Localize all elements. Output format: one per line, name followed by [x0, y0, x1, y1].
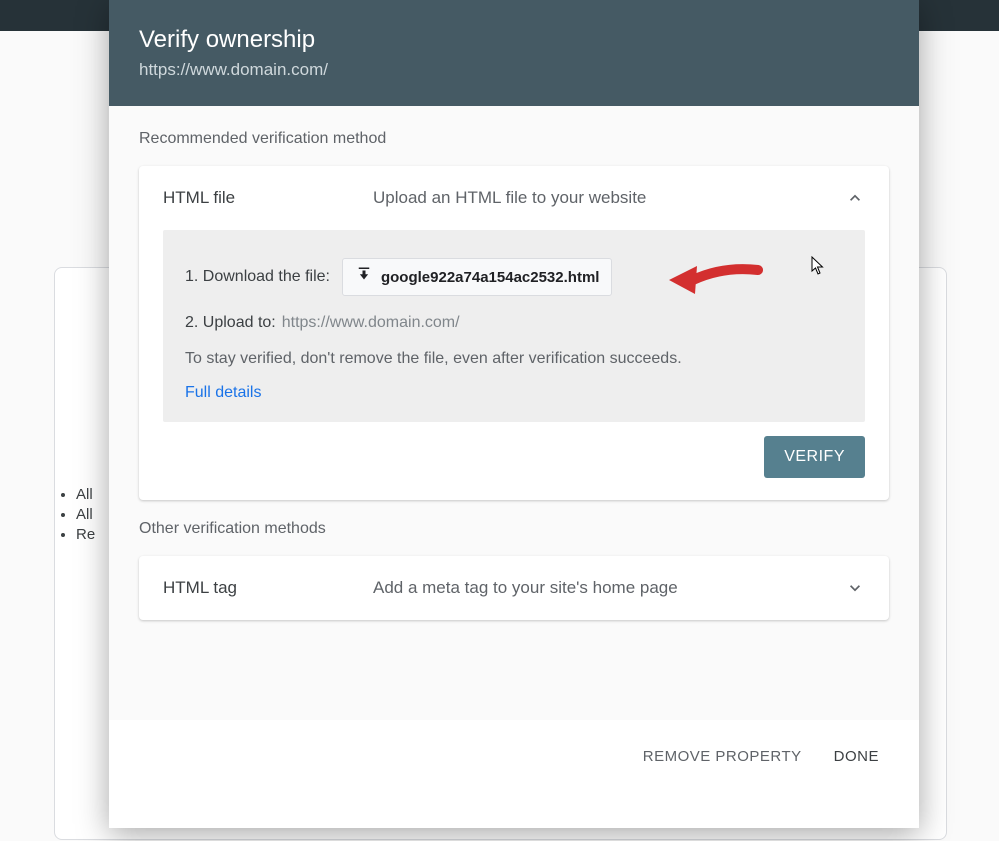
dialog-body[interactable]: Recommended verification method HTML fil… — [109, 106, 919, 720]
download-file-button[interactable]: google922a74a154ac2532.html — [342, 258, 612, 296]
step-upload: 2. Upload to: https://www.domain.com/ — [185, 314, 843, 332]
dialog-footer: REMOVE PROPERTY DONE — [109, 720, 919, 792]
card-title: HTML tag — [163, 578, 373, 598]
dialog-subtitle: https://www.domain.com/ — [139, 60, 889, 80]
html-file-card-header[interactable]: HTML file Upload an HTML file to your we… — [139, 166, 889, 230]
download-filename: google922a74a154ac2532.html — [381, 269, 599, 286]
chevron-up-icon — [845, 188, 865, 208]
list-item: All — [76, 486, 95, 503]
verification-steps: 1. Download the file: google922a74a154ac… — [163, 230, 865, 422]
dialog-title: Verify ownership — [139, 26, 889, 54]
html-tag-card-header[interactable]: HTML tag Add a meta tag to your site's h… — [139, 556, 889, 620]
html-file-card: HTML file Upload an HTML file to your we… — [139, 166, 889, 500]
step-download-label: 1. Download the file: — [185, 268, 330, 286]
step-download: 1. Download the file: google922a74a154ac… — [185, 258, 843, 296]
remove-property-button[interactable]: REMOVE PROPERTY — [643, 748, 802, 765]
step-upload-target: https://www.domain.com/ — [282, 314, 460, 332]
other-methods-label: Other verification methods — [139, 520, 889, 538]
list-item: All — [76, 506, 95, 523]
verify-row: VERIFY — [139, 422, 889, 500]
full-details-link[interactable]: Full details — [185, 384, 843, 402]
card-title: HTML file — [163, 188, 373, 208]
done-button[interactable]: DONE — [834, 748, 879, 765]
verify-button[interactable]: VERIFY — [764, 436, 865, 478]
download-icon — [355, 266, 373, 288]
stay-verified-note: To stay verified, don't remove the file,… — [185, 350, 843, 368]
chevron-down-icon — [845, 578, 865, 598]
verify-ownership-dialog: Verify ownership https://www.domain.com/… — [109, 0, 919, 828]
step-upload-label: 2. Upload to: — [185, 314, 276, 332]
card-description: Upload an HTML file to your website — [373, 188, 845, 208]
list-item: Re — [76, 526, 95, 543]
html-tag-card: HTML tag Add a meta tag to your site's h… — [139, 556, 889, 620]
card-description: Add a meta tag to your site's home page — [373, 578, 845, 598]
recommended-method-label: Recommended verification method — [139, 130, 889, 148]
background-list: All All Re — [76, 483, 95, 546]
dialog-header: Verify ownership https://www.domain.com/ — [109, 0, 919, 106]
